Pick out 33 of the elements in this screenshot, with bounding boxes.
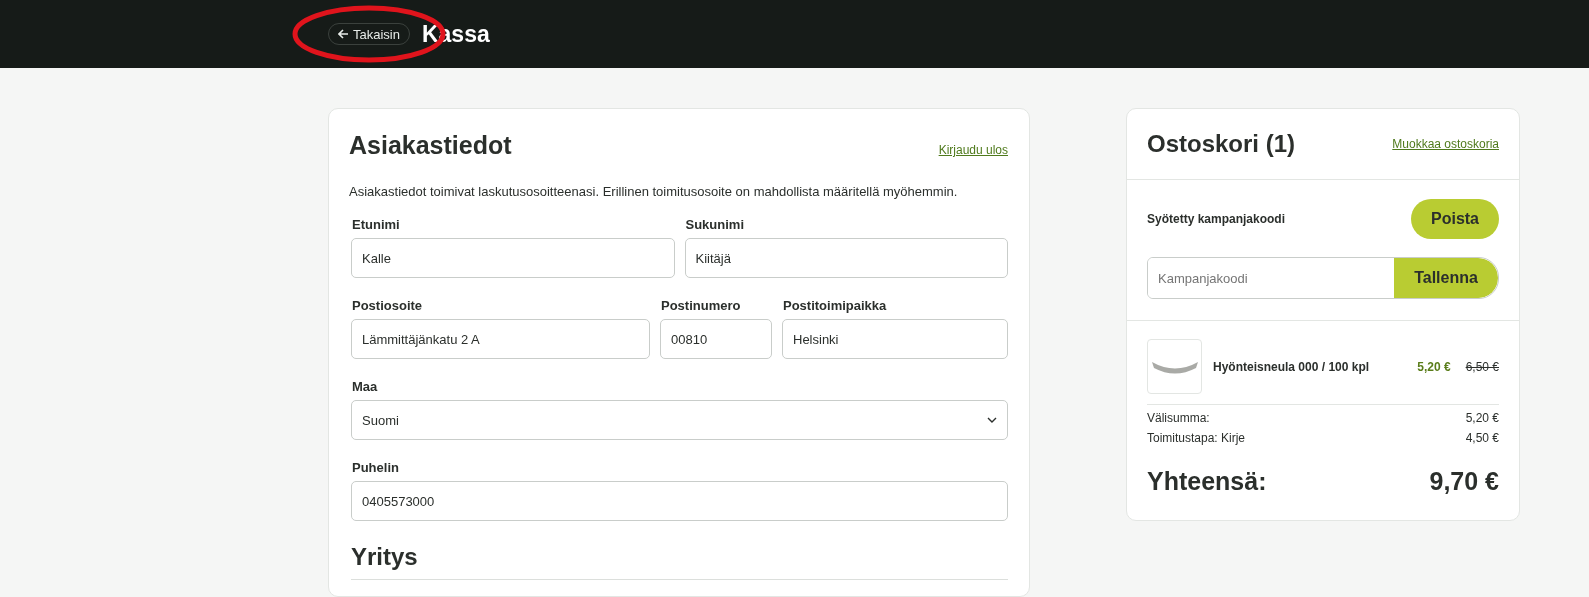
field-label: Etunimi [352,217,401,232]
text-field[interactable]: Kalle [351,238,675,278]
edit-cart-link[interactable]: Muokkaa ostoskoria [1392,137,1499,151]
sale-price: 5,20 € [1417,359,1451,374]
section-heading: Yritys [351,543,1008,580]
logout-link[interactable]: Kirjaudu ulos [938,143,1008,157]
summary-value: 4,50 € [1465,431,1499,445]
text-field[interactable]: 00810 [660,319,772,359]
summary-label: Välisumma: [1147,411,1210,425]
country-select[interactable]: Suomi [351,400,1008,440]
field-label: Puhelin [352,460,400,475]
summary-label: Toimitustapa: Kirje [1147,431,1246,445]
total-label: Yhteensä: [1147,467,1267,496]
field-label: Maa [352,379,379,394]
original-price: 6,50 € [1465,359,1499,374]
remove-button[interactable]: Poista [1411,199,1499,239]
intro-text: Asiakastiedot toimivat laskutusosoitteenasi. Erillinen toimitusosoite on mahdollista määritellä myöhemmin. [349,184,959,199]
field-label: Sukunimi [685,217,745,232]
coupon-label: Syötetty kampanjakoodi [1147,212,1286,226]
summary-value: 5,20 € [1465,411,1499,425]
text-field[interactable]: Kiitäjä [684,238,1008,278]
field-label: Postinumero [661,298,742,313]
cart-title: Ostoskori (1) [1147,130,1296,158]
text-field[interactable]: Helsinki [782,319,1008,359]
arrow-left-icon [338,29,349,39]
product-name: Hyönteisneula 000 / 100 kpl [1213,359,1371,374]
chevron-down-icon [987,417,997,423]
text-field[interactable]: Lämmittäjänkatu 2 A [351,319,650,359]
section-title: Asiakastiedot [349,131,512,160]
field-label: Postiosoite [352,298,424,313]
field-label: Postitoimipaikka [783,298,888,313]
text-field[interactable]: 0405573000 [351,481,1008,521]
total-value: 9,70 € [1429,467,1499,496]
